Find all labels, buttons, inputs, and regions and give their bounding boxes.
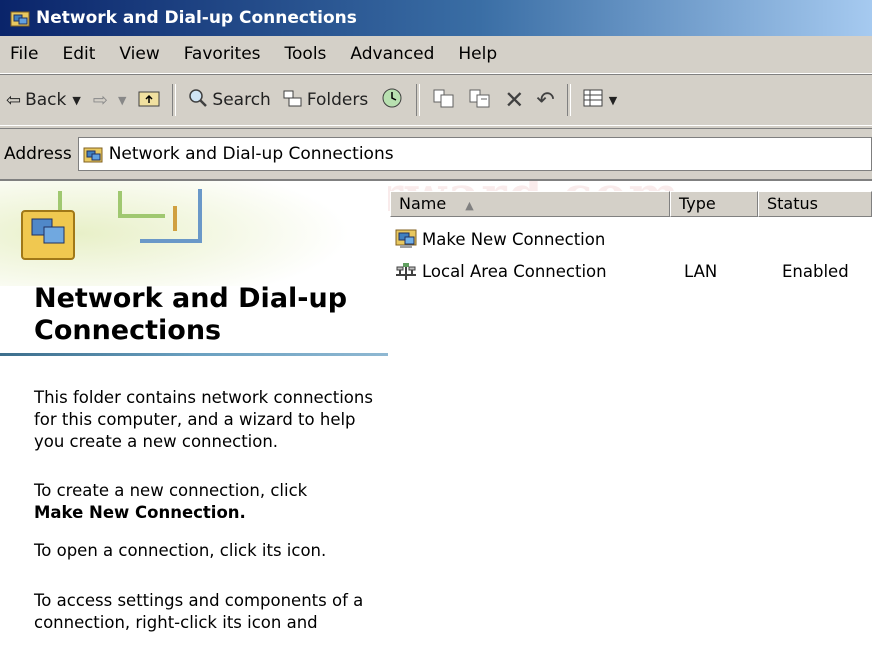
banner-graphic	[0, 181, 388, 286]
toolbar-separator	[172, 84, 177, 116]
menu-help[interactable]: Help	[446, 36, 509, 73]
search-label: Search	[212, 90, 271, 110]
list-item[interactable]: Local Area Connection LAN Enabled	[394, 257, 872, 285]
network-folder-icon	[83, 145, 103, 163]
forward-button[interactable]: ⇨ ▼	[87, 80, 133, 120]
address-bar: Address Network and Dial-up Connections	[0, 128, 872, 178]
views-button[interactable]: ▼	[577, 80, 623, 120]
instruction-create-text: To create a new connection, click	[34, 481, 308, 500]
menu-bar: File Edit View Favorites Tools Advanced …	[0, 36, 872, 74]
delete-icon: ✕	[504, 86, 525, 114]
up-folder-icon	[138, 88, 160, 113]
delete-button[interactable]: ✕	[498, 80, 530, 120]
description-paragraph: This folder contains network connections…	[34, 388, 373, 451]
back-dropdown-icon[interactable]: ▼	[72, 94, 80, 107]
menu-file[interactable]: File	[0, 36, 50, 73]
web-view-pane: Network and Dial-up Connections This fol…	[0, 181, 388, 666]
instruction-open: To open a connection, click its icon.	[34, 541, 327, 560]
back-label: Back	[25, 90, 67, 110]
copy-to-button[interactable]	[462, 80, 498, 120]
instruction-settings: To access settings and components of a c…	[34, 591, 364, 632]
menu-view[interactable]: View	[107, 36, 171, 73]
sort-ascending-icon: ▲	[465, 199, 474, 212]
list-item-name: Make New Connection	[422, 229, 606, 249]
undo-icon: ↶	[536, 87, 555, 113]
copy-to-icon	[468, 87, 492, 114]
move-to-icon	[432, 87, 456, 114]
folders-label: Folders	[306, 90, 369, 110]
views-dropdown-icon[interactable]: ▼	[609, 94, 617, 107]
address-field[interactable]: Network and Dial-up Connections	[77, 136, 872, 171]
menu-advanced[interactable]: Advanced	[338, 36, 446, 73]
address-value: Network and Dial-up Connections	[108, 143, 394, 164]
instruction-create: To create a new connection, click Make N…	[34, 480, 379, 524]
toolbar: ⇦ Back ▼ ⇨ ▼ Search Folders ✕ ↶ ▼	[0, 74, 872, 126]
move-to-button[interactable]	[426, 80, 462, 120]
pane-title: Network and Dial-up Connections	[34, 283, 348, 346]
menu-favorites[interactable]: Favorites	[172, 36, 273, 73]
list-item[interactable]: Make New Connection	[394, 225, 872, 253]
history-button[interactable]	[374, 80, 410, 120]
pane-divider	[0, 353, 388, 356]
content-area: portforward.com Network and Di	[0, 179, 872, 666]
folders-icon	[283, 89, 303, 112]
toolbar-separator	[416, 84, 421, 116]
lan-connection-icon	[394, 260, 418, 282]
address-label: Address	[4, 143, 72, 164]
toolbar-separator	[566, 84, 571, 116]
list-item-status: Enabled	[782, 261, 849, 281]
views-icon	[583, 89, 603, 112]
list-header: Name ▲ Type Status	[390, 191, 872, 217]
up-folder-button[interactable]	[132, 80, 166, 120]
forward-arrow-icon: ⇨	[92, 89, 108, 111]
back-arrow-icon: ⇦	[6, 89, 22, 111]
list-item-type: LAN	[684, 261, 718, 281]
search-icon	[188, 88, 208, 113]
column-name-header[interactable]: Name ▲	[390, 191, 670, 217]
forward-dropdown-icon[interactable]: ▼	[118, 94, 126, 107]
column-name-label: Name	[399, 194, 447, 213]
back-button[interactable]: ⇦ Back ▼	[0, 80, 87, 120]
menu-tools[interactable]: Tools	[273, 36, 339, 73]
menu-edit[interactable]: Edit	[50, 36, 107, 73]
undo-button[interactable]: ↶	[530, 80, 560, 120]
make-new-connection-icon	[394, 228, 418, 250]
network-folder-icon	[10, 8, 30, 28]
list-item-name: Local Area Connection	[422, 261, 607, 281]
folders-button[interactable]: Folders	[277, 80, 374, 120]
search-button[interactable]: Search	[182, 80, 276, 120]
history-icon	[380, 87, 404, 114]
column-type-header[interactable]: Type	[670, 191, 758, 217]
make-new-connection-link[interactable]: Make New Connection.	[34, 503, 246, 522]
window-title: Network and Dial-up Connections	[36, 8, 357, 28]
title-bar[interactable]: Network and Dial-up Connections	[0, 0, 872, 36]
column-status-header[interactable]: Status	[758, 191, 872, 217]
